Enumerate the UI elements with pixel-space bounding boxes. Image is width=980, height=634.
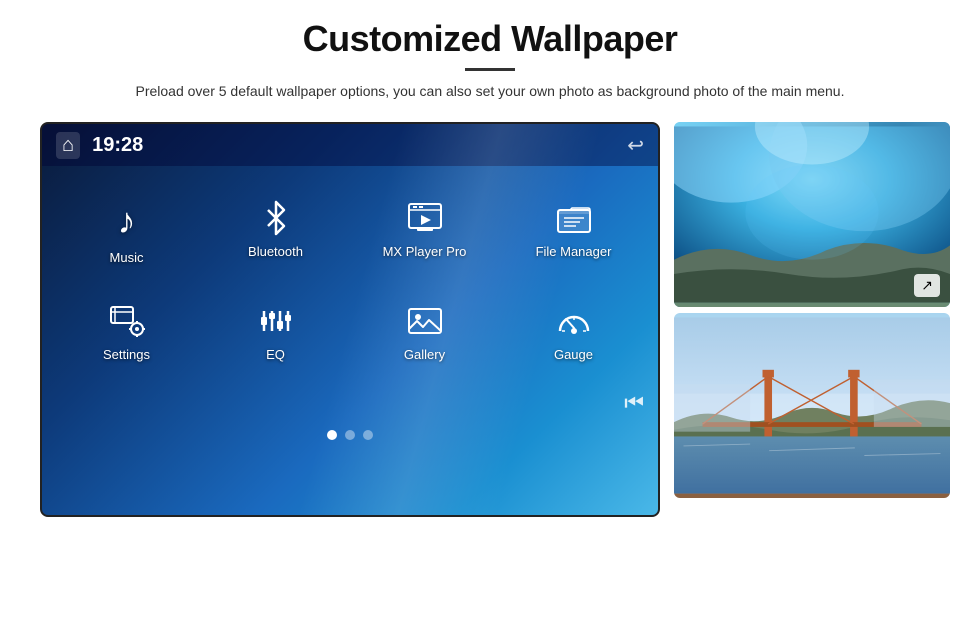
app-filemanager[interactable]: File Manager	[499, 186, 648, 279]
golden-gate-svg	[674, 313, 950, 498]
skip-back-icon[interactable]: ⏮	[624, 390, 644, 416]
app-music[interactable]: ♪ Music	[52, 186, 201, 279]
gauge-icon	[556, 303, 592, 339]
app-mxplayer[interactable]: MX Player Pro	[350, 186, 499, 279]
settings-icon	[109, 303, 145, 339]
gauge-label: Gauge	[554, 347, 593, 362]
gallery-icon	[407, 303, 443, 339]
bluetooth-icon	[258, 200, 294, 236]
bluetooth-label: Bluetooth	[248, 244, 303, 259]
title-divider	[465, 68, 515, 71]
app-settings[interactable]: Settings	[52, 289, 201, 376]
gallery-label: Gallery	[404, 347, 445, 362]
screen-topbar: ⌂ 19:28 ↩	[42, 124, 658, 166]
music-label: Music	[110, 250, 144, 265]
eq-icon	[258, 303, 294, 339]
dot-1[interactable]	[327, 430, 337, 440]
app-bluetooth[interactable]: Bluetooth	[201, 186, 350, 279]
wallpaper-ice-cave[interactable]: ↗	[674, 122, 950, 307]
settings-label: Settings	[103, 347, 150, 362]
time-display: 19:28	[92, 134, 143, 157]
app-eq[interactable]: EQ	[201, 289, 350, 376]
eq-label: EQ	[266, 347, 285, 362]
dot-3[interactable]	[363, 430, 373, 440]
ice-cave-svg	[674, 122, 950, 307]
filemanager-label: File Manager	[536, 244, 612, 259]
mxplayer-icon	[407, 200, 443, 236]
music-icon: ♪	[118, 200, 136, 242]
screen-bottom: ⏮	[42, 386, 658, 422]
app-grid-row1: ♪ Music Bluetooth MX Player Pro	[42, 166, 658, 289]
app-gauge[interactable]: Gauge	[499, 289, 648, 376]
app-grid-row2: Settings EQ	[42, 289, 658, 386]
dot-2[interactable]	[345, 430, 355, 440]
bookmark-icon[interactable]: ↗	[914, 274, 940, 297]
wallpaper-golden-gate[interactable]	[674, 313, 950, 498]
home-icon[interactable]: ⌂	[56, 132, 80, 159]
back-icon[interactable]: ↩	[627, 133, 644, 158]
screen-dots	[42, 422, 658, 450]
page-title: Customized Wallpaper	[60, 18, 920, 60]
page-subtitle: Preload over 5 default wallpaper options…	[60, 81, 920, 102]
mxplayer-label: MX Player Pro	[383, 244, 467, 259]
filemanager-icon	[556, 200, 592, 236]
content-area: ⌂ 19:28 ↩ ♪ Music Bluetooth	[0, 112, 980, 527]
app-gallery[interactable]: Gallery	[350, 289, 499, 376]
car-screen: ⌂ 19:28 ↩ ♪ Music Bluetooth	[40, 122, 660, 517]
right-panel: ↗	[674, 122, 950, 498]
page-header: Customized Wallpaper Preload over 5 defa…	[0, 0, 980, 112]
